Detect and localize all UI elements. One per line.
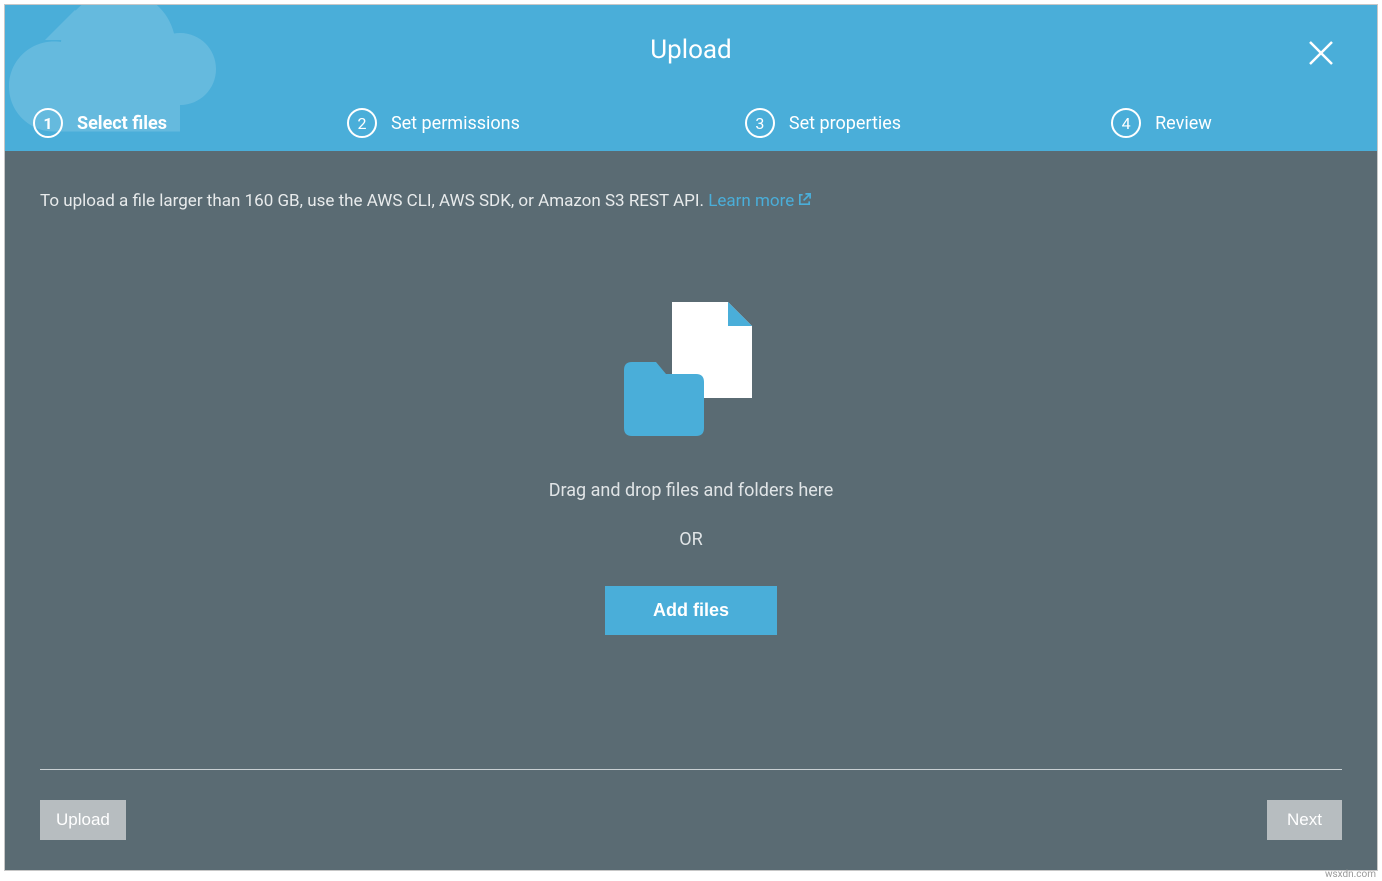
modal-content: To upload a file larger than 160 GB, use… bbox=[5, 151, 1377, 655]
next-button[interactable]: Next bbox=[1267, 800, 1342, 840]
modal-header: Upload 1 Select files 2 Set permissions … bbox=[5, 5, 1377, 151]
step-label: Set properties bbox=[789, 113, 901, 134]
step-label: Set permissions bbox=[391, 113, 520, 134]
footer-buttons: Upload Next bbox=[40, 800, 1342, 840]
close-button[interactable] bbox=[1303, 35, 1339, 71]
step-number: 2 bbox=[347, 108, 377, 138]
footer-divider bbox=[40, 769, 1342, 770]
external-link-icon bbox=[797, 192, 812, 212]
modal-title: Upload bbox=[650, 35, 731, 65]
step-set-properties[interactable]: 3 Set properties bbox=[745, 108, 901, 138]
step-number: 4 bbox=[1111, 108, 1141, 138]
folder-file-icon bbox=[616, 302, 766, 442]
upload-size-info: To upload a file larger than 160 GB, use… bbox=[40, 191, 1342, 212]
title-row: Upload bbox=[5, 5, 1377, 95]
step-number: 3 bbox=[745, 108, 775, 138]
upload-modal: Upload 1 Select files 2 Set permissions … bbox=[4, 4, 1378, 871]
wizard-steps: 1 Select files 2 Set permissions 3 Set p… bbox=[5, 95, 1377, 151]
file-dropzone[interactable]: Drag and drop files and folders here OR … bbox=[40, 302, 1342, 635]
step-select-files[interactable]: 1 Select files bbox=[33, 108, 167, 138]
step-number: 1 bbox=[33, 108, 63, 138]
drag-drop-text: Drag and drop files and folders here bbox=[549, 480, 834, 501]
step-set-permissions[interactable]: 2 Set permissions bbox=[347, 108, 520, 138]
or-separator: OR bbox=[679, 529, 702, 550]
info-text: To upload a file larger than 160 GB, use… bbox=[40, 191, 708, 211]
upload-button[interactable]: Upload bbox=[40, 800, 126, 840]
add-files-button[interactable]: Add files bbox=[605, 586, 777, 635]
close-icon bbox=[1307, 39, 1335, 67]
learn-more-text: Learn more bbox=[708, 191, 794, 211]
step-label: Review bbox=[1155, 113, 1212, 134]
step-label: Select files bbox=[77, 113, 167, 134]
modal-footer: Upload Next bbox=[5, 769, 1377, 870]
step-review[interactable]: 4 Review bbox=[1111, 108, 1212, 138]
watermark-text: wsxdn.com bbox=[1325, 869, 1376, 880]
learn-more-link[interactable]: Learn more bbox=[708, 191, 812, 211]
